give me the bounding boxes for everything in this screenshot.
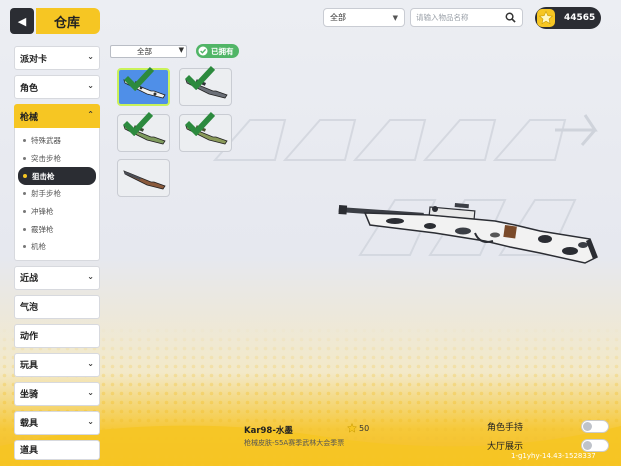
category-sidebar: 派对卡 ⌄ 角色 ⌄ 枪械 ⌃ 特殊武器 突击步枪 狙击枪 射手步枪 冲锋枪 霰… xyxy=(14,46,100,465)
character-hold-toggle[interactable] xyxy=(581,420,609,433)
chevron-down-icon: ⌄ xyxy=(87,387,94,397)
category-melee[interactable]: 近战 ⌄ xyxy=(14,265,100,290)
grid-filter-select[interactable]: 全部 ▼ xyxy=(110,45,187,58)
back-arrow-icon: ◀ xyxy=(17,14,27,28)
grid-filter-value: 全部 xyxy=(137,47,152,56)
category-guns[interactable]: 枪械 ⌃ xyxy=(14,104,100,128)
chevron-down-icon: ⌄ xyxy=(87,81,94,90)
category-character[interactable]: 角色 ⌄ xyxy=(14,75,100,99)
category-label: 道具 xyxy=(20,446,39,457)
subcategory-shotgun[interactable]: 霰弹枪 xyxy=(18,220,96,238)
chevron-down-icon: ⌄ xyxy=(87,52,94,61)
toggle-label: 角色手持 xyxy=(487,423,524,433)
toggle-knob xyxy=(583,441,592,450)
bullet-dot-icon xyxy=(23,227,26,231)
rating-value: 50 xyxy=(359,423,370,433)
owned-check-icon xyxy=(123,66,155,91)
item-slot[interactable] xyxy=(117,159,170,197)
toggle-row-lobby: 大厅展示 xyxy=(487,439,609,452)
chevron-down-icon: ⌄ xyxy=(87,358,94,368)
chevron-down-icon: ⌄ xyxy=(87,271,94,281)
category-props[interactable]: 道具 xyxy=(14,439,100,460)
category-bubble[interactable]: 气泡 xyxy=(14,294,100,319)
subcategory-label: 特殊武器 xyxy=(31,136,61,146)
lobby-display-toggle[interactable] xyxy=(581,439,609,452)
category-label: 气泡 xyxy=(20,303,39,314)
category-emote[interactable]: 动作 xyxy=(14,323,100,348)
category-label: 枪械 xyxy=(20,112,39,123)
owned-check-icon xyxy=(184,65,216,90)
category-party-card[interactable]: 派对卡 ⌄ xyxy=(14,46,100,70)
weapon-description: 枪械皮肤-S5A赛季武林大会季票 xyxy=(244,439,345,447)
toggle-label: 大厅展示 xyxy=(487,442,524,452)
type-filter-value: 全部 xyxy=(330,13,346,22)
subcategory-machine-gun[interactable]: 机枪 xyxy=(18,238,96,256)
subcategory-label: 冲锋枪 xyxy=(31,207,54,217)
chevron-down-icon: ▼ xyxy=(392,13,398,22)
category-label: 动作 xyxy=(20,332,39,343)
category-mount[interactable]: 坐骑 ⌄ xyxy=(14,381,100,406)
bullet-dot-icon xyxy=(23,192,26,196)
coin-star-icon xyxy=(537,9,555,27)
header: ◀ 仓库 xyxy=(0,8,100,34)
item-slot[interactable] xyxy=(117,66,170,106)
category-label: 近战 xyxy=(20,274,39,285)
category-label: 派对卡 xyxy=(20,54,48,65)
bullet-dot-icon xyxy=(23,157,26,161)
chevron-up-icon: ⌃ xyxy=(87,110,94,119)
toggle-row-hold: 角色手持 xyxy=(487,420,609,433)
subcategory-label: 狙击枪 xyxy=(32,171,55,181)
gun-subcategory-list: 特殊武器 突击步枪 狙击枪 射手步枪 冲锋枪 霰弹枪 机枪 xyxy=(14,128,100,261)
coin-value: 44565 xyxy=(564,13,596,23)
weapon-preview xyxy=(338,203,598,264)
weapon-name: Kar98-水墨 xyxy=(244,426,293,436)
owned-filter-label: 已拥有 xyxy=(211,46,234,56)
subcategory-smg[interactable]: 冲锋枪 xyxy=(18,203,96,221)
page-title: 仓库 xyxy=(36,8,100,34)
bullet-dot-icon xyxy=(23,210,26,214)
subcategory-label: 霰弹枪 xyxy=(31,224,54,234)
build-id: 1-g1yhy-14.43-1528337 xyxy=(511,452,596,460)
search-input[interactable] xyxy=(416,13,504,22)
category-toys[interactable]: 玩具 ⌄ xyxy=(14,352,100,377)
check-circle-icon xyxy=(198,46,208,56)
owned-filter-toggle[interactable]: 已拥有 xyxy=(196,44,239,58)
search-icon[interactable] xyxy=(504,11,517,25)
rifle-wood-skin-icon xyxy=(122,170,166,190)
back-button[interactable]: ◀ xyxy=(10,8,34,34)
chevron-down-icon: ▼ xyxy=(178,46,184,54)
item-slot[interactable] xyxy=(179,111,232,152)
bullet-dot-icon xyxy=(23,174,27,179)
owned-check-icon xyxy=(184,111,216,136)
subcategory-label: 突击步枪 xyxy=(31,154,61,164)
bullet-dot-icon xyxy=(23,139,26,143)
bullet-dot-icon xyxy=(23,245,26,249)
search-box xyxy=(410,8,523,27)
chevron-down-icon: ⌄ xyxy=(87,416,94,426)
subcategory-label: 机枪 xyxy=(31,242,46,252)
subcategory-sniper-rifle[interactable]: 狙击枪 xyxy=(18,167,96,186)
weapon-rating: 50 xyxy=(347,423,369,433)
subcategory-marksman-rifle[interactable]: 射手步枪 xyxy=(18,185,96,203)
category-label: 坐骑 xyxy=(20,390,39,401)
coin-balance: 44565 xyxy=(535,7,601,29)
category-label: 载具 xyxy=(20,419,39,430)
toggle-knob xyxy=(583,422,592,431)
category-label: 玩具 xyxy=(20,361,39,372)
subcategory-assault-rifle[interactable]: 突击步枪 xyxy=(18,150,96,168)
item-slot[interactable] xyxy=(179,65,232,106)
category-vehicle[interactable]: 载具 ⌄ xyxy=(14,410,100,435)
item-slot[interactable] xyxy=(117,111,170,152)
category-label: 角色 xyxy=(20,83,39,94)
star-icon xyxy=(347,423,357,433)
subcategory-label: 射手步枪 xyxy=(31,189,61,199)
type-filter-select[interactable]: 全部 ▼ xyxy=(323,8,405,27)
subcategory-special-weapon[interactable]: 特殊武器 xyxy=(18,132,96,150)
owned-check-icon xyxy=(122,111,154,136)
